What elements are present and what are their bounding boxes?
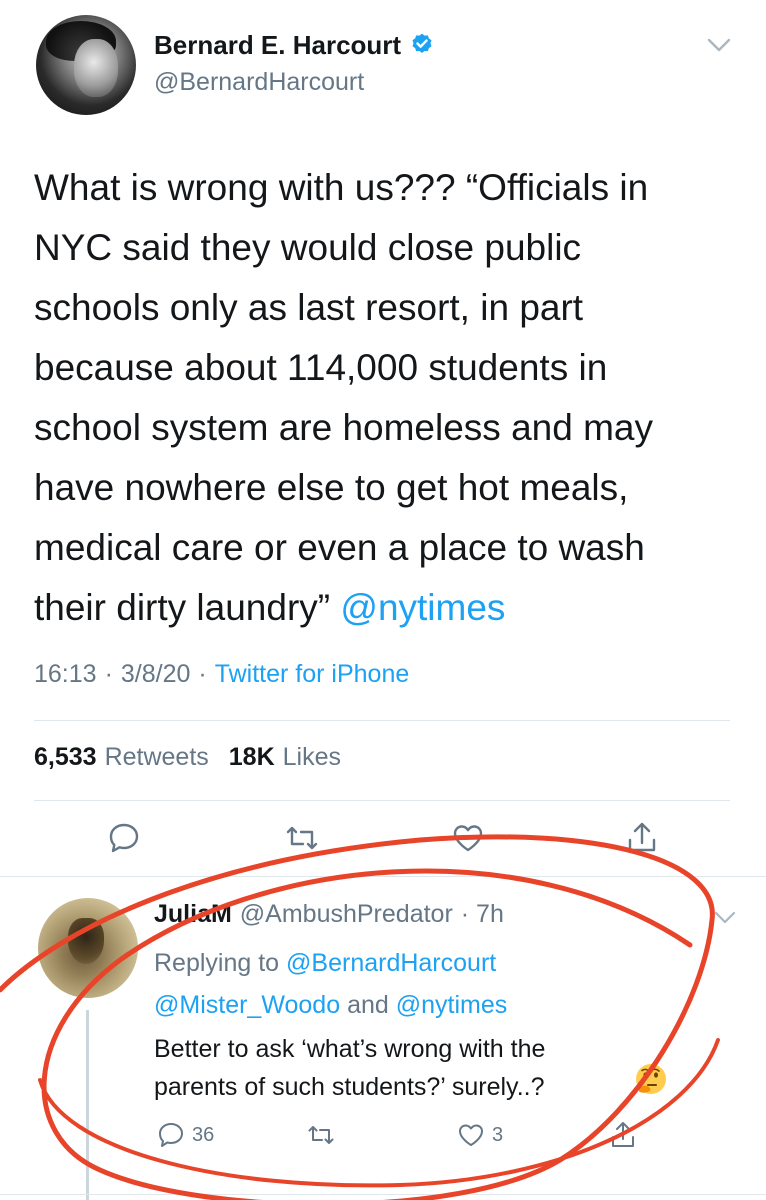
tweet-time: 16:13	[34, 660, 97, 688]
replying-to-mention[interactable]: @BernardHarcourt	[286, 949, 496, 977]
thread-line	[86, 1010, 89, 1200]
author-name-row[interactable]: Bernard E. Harcourt	[154, 27, 435, 63]
reply-reply-action[interactable]: 36	[156, 1120, 214, 1150]
likes-label[interactable]: Likes	[283, 743, 341, 772]
reply-text: Better to ask ‘what’s wrong with the par…	[154, 1035, 546, 1101]
tweet-meta: 16:13 · 3/8/20 · Twitter for iPhone	[34, 660, 409, 689]
like-icon	[459, 1124, 483, 1146]
divider	[0, 876, 766, 877]
reply-author-avatar[interactable]	[38, 898, 138, 998]
chevron-down-icon[interactable]	[705, 34, 733, 56]
replying-to-label: Replying to	[154, 949, 280, 977]
replying-to-mention[interactable]: @Mister_Woodo	[154, 991, 340, 1019]
likes-count[interactable]: 18K	[229, 743, 275, 772]
author-display-name[interactable]: Bernard E. Harcourt	[154, 30, 401, 61]
reply-author-handle[interactable]: @AmbushPredator	[240, 900, 453, 929]
retweets-label[interactable]: Retweets	[105, 743, 209, 772]
thinking-face-icon	[636, 1064, 666, 1094]
engagement-counts: 6,533 Retweets 18K Likes	[34, 743, 353, 772]
author-avatar[interactable]	[36, 15, 136, 115]
replying-to-line: Replying to @BernardHarcourt @Mister_Woo…	[154, 942, 714, 1026]
reply-time: · 7h	[460, 900, 504, 928]
reply-share-action[interactable]	[608, 1120, 638, 1150]
tweet-date: 3/8/20	[120, 660, 191, 688]
meta-separator: ·	[104, 660, 113, 688]
avatar-face	[74, 39, 118, 97]
retweet-icon[interactable]	[284, 820, 320, 856]
reply-count: 36	[192, 1123, 215, 1146]
reply-icon	[159, 1123, 183, 1147]
replying-and-label: and	[347, 991, 389, 1019]
tweet-body-text: What is wrong with us??? “Officials in N…	[34, 167, 653, 628]
avatar-figure	[68, 918, 104, 964]
retweet-icon	[308, 1126, 334, 1144]
retweets-count[interactable]: 6,533	[34, 743, 97, 772]
like-icon[interactable]	[450, 820, 486, 856]
tweet-mention-link[interactable]: @nytimes	[340, 587, 505, 628]
divider	[0, 1194, 766, 1195]
share-icon[interactable]	[624, 820, 660, 856]
reply-like-action[interactable]: 3	[456, 1120, 503, 1150]
chevron-down-icon[interactable]	[712, 908, 738, 928]
share-icon	[612, 1122, 634, 1147]
replying-to-mention[interactable]: @nytimes	[396, 991, 508, 1019]
tweet-text: What is wrong with us??? “Officials in N…	[34, 158, 739, 638]
author-handle[interactable]: @BernardHarcourt	[154, 68, 364, 97]
reply-author-name[interactable]: JuliaM	[154, 900, 232, 929]
tweet-source-link[interactable]: Twitter for iPhone	[215, 660, 410, 689]
reply-retweet-action[interactable]	[306, 1120, 336, 1150]
like-count: 3	[492, 1123, 504, 1146]
divider	[34, 800, 730, 801]
reply-header: JuliaM @AmbushPredator · 7h	[154, 900, 504, 929]
verified-badge-icon	[412, 33, 432, 53]
reply-icon[interactable]	[106, 820, 142, 856]
divider	[34, 720, 730, 721]
meta-separator: ·	[198, 660, 207, 688]
